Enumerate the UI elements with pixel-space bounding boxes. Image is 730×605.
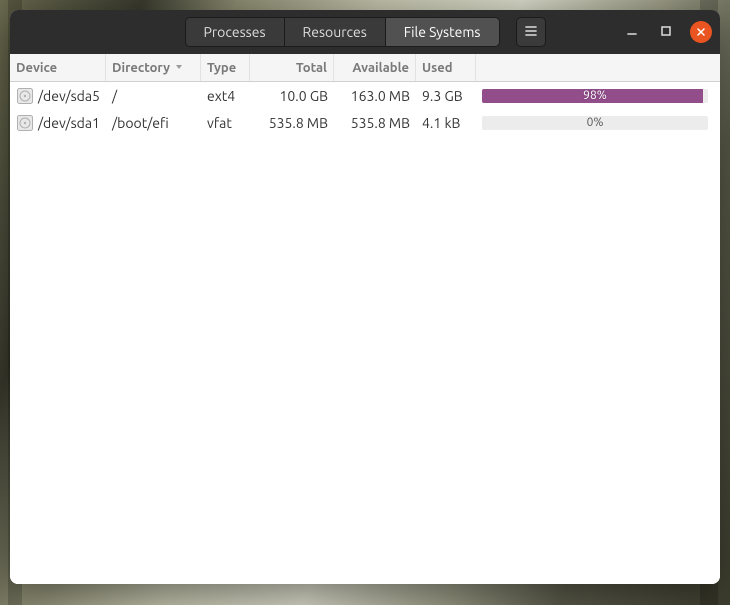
maximize-button[interactable]: [656, 22, 676, 42]
device-name: /dev/sda1: [38, 115, 100, 131]
used-cell: 4.1 kB: [416, 109, 476, 136]
used-bar-cell: 0%: [476, 109, 720, 136]
minimize-button[interactable]: [622, 22, 642, 42]
close-icon: [696, 24, 706, 40]
device-name: /dev/sda5: [38, 88, 100, 104]
col-header-used-bar[interactable]: [476, 54, 720, 81]
used-cell: 9.3 GB: [416, 82, 476, 109]
system-monitor-window: Processes Resources File Systems: [10, 10, 720, 584]
disk-icon: [16, 87, 34, 105]
available-cell: 535.8 MB: [334, 109, 416, 136]
hamburger-icon: [524, 24, 538, 41]
usage-bar-label: 98%: [482, 89, 708, 103]
table-row[interactable]: /dev/sda1/boot/efivfat535.8 MB535.8 MB4.…: [10, 109, 720, 136]
tab-processes[interactable]: Processes: [186, 18, 285, 46]
type-cell: vfat: [201, 109, 250, 136]
col-header-device[interactable]: Device: [10, 54, 106, 81]
minimize-icon: [625, 24, 639, 41]
device-cell: /dev/sda5: [10, 82, 106, 109]
sort-indicator-icon: [170, 61, 184, 75]
col-header-type[interactable]: Type: [201, 54, 250, 81]
used-bar-cell: 98%: [476, 82, 720, 109]
usage-bar: 98%: [482, 89, 708, 103]
col-header-total[interactable]: Total: [250, 54, 334, 81]
table-row[interactable]: /dev/sda5 /ext410.0 GB163.0 MB9.3 GB 98%: [10, 82, 720, 109]
maximize-icon: [659, 24, 673, 41]
col-header-available[interactable]: Available: [334, 54, 416, 81]
table-body: /dev/sda5/ext410.0 GB163.0 MB9.3 GB98%/d…: [10, 82, 720, 584]
disk-icon: [16, 114, 34, 132]
tab-file-systems[interactable]: File Systems: [386, 18, 499, 46]
view-tabs: Processes Resources File Systems: [185, 17, 500, 47]
device-cell: /dev/sda1: [10, 109, 106, 136]
tab-resources[interactable]: Resources: [285, 18, 386, 46]
menu-button[interactable]: [516, 17, 546, 47]
usage-bar: 0%: [482, 116, 708, 130]
directory-cell: /: [106, 82, 201, 109]
available-cell: 163.0 MB: [334, 82, 416, 109]
header-bar: Processes Resources File Systems: [10, 10, 720, 54]
directory-cell: /boot/efi: [106, 109, 201, 136]
col-header-used[interactable]: Used: [416, 54, 476, 81]
col-header-directory[interactable]: Directory: [106, 54, 201, 81]
type-cell: ext4: [201, 82, 250, 109]
table-header: Device Directory Type Total Available Us…: [10, 54, 720, 82]
close-button[interactable]: [690, 21, 712, 43]
total-cell: 10.0 GB: [250, 82, 334, 109]
total-cell: 535.8 MB: [250, 109, 334, 136]
col-header-directory-label: Directory: [112, 61, 170, 75]
usage-bar-label: 0%: [482, 116, 708, 130]
